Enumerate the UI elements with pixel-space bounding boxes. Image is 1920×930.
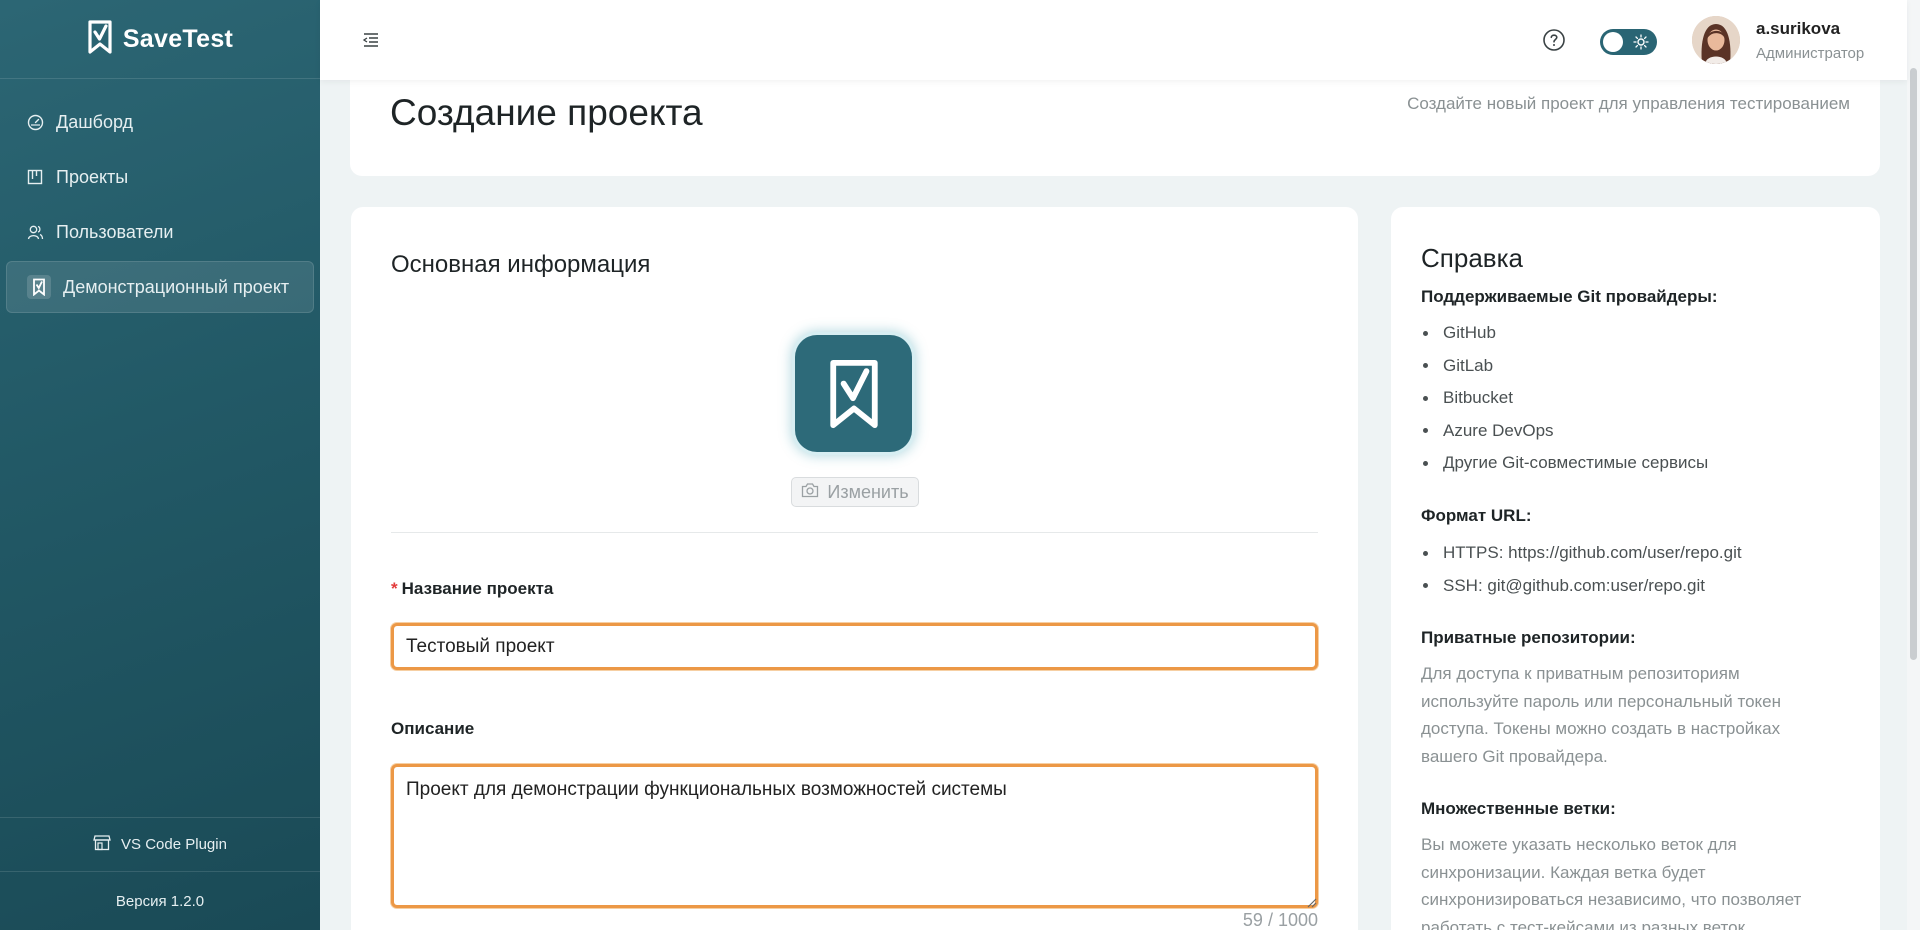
list-item: GitHub [1421,317,1708,350]
dashboard-icon [26,113,44,131]
app-name: SaveTest [122,24,234,53]
help-icon[interactable] [1542,28,1566,52]
project-name-input[interactable]: Тестовый проект [391,623,1318,670]
vscode-plugin-link[interactable]: VS Code Plugin [0,817,320,872]
project-logo [795,335,912,452]
list-item: Bitbucket [1421,382,1708,415]
board-icon [26,168,44,186]
vscode-plugin-label: VS Code Plugin [121,836,227,853]
project-name-label: * Название проекта [391,579,554,598]
theme-toggle[interactable] [1600,29,1657,55]
sidebar-item-demo-project[interactable]: Демонстрационный проект [6,261,314,313]
section-title: Основная информация [391,251,651,278]
providers-list: GitHub GitLab Bitbucket Azure DevOps Дру… [1421,317,1708,480]
change-logo-label: Изменить [827,481,909,502]
help-title: Справка [1421,243,1523,273]
multiple-branches-heading: Множественные ветки: [1421,799,1616,818]
sidebar-footer: VS Code Plugin Версия 1.2.0 [0,817,320,930]
sidebar-item-label: Пользователи [56,221,174,242]
list-item: SSH: git@github.com:user/repo.git [1421,570,1742,603]
user-role: Администратор [1756,45,1865,62]
avatar[interactable] [1692,16,1740,64]
character-counter: 59 / 1000 [1242,910,1318,930]
scrollbar-thumb[interactable] [1910,68,1917,660]
sidebar-item-label: Дашборд [56,111,134,132]
sidebar-item-label: Проекты [56,166,129,187]
camera-icon [801,482,819,503]
description-label: Описание [391,719,475,738]
toggle-knob [1603,32,1623,52]
page-title: Создание проекта [390,92,703,133]
project-logo-icon [829,359,878,428]
top-header: a.surikova Администратор [320,0,1907,80]
collapse-menu-icon[interactable] [362,31,380,49]
users-icon [26,223,44,241]
sidebar: SaveTest Дашборд Проекты Пользователи Де… [0,0,320,930]
url-format-heading: Формат URL: [1421,506,1532,525]
project-form-card: Основная информация Изменить * Название п… [351,207,1358,930]
providers-heading: Поддерживаемые Git провайдеры: [1421,287,1718,306]
description-textarea[interactable]: Проект для демонстрации функциональных в… [391,764,1318,908]
list-item: Azure DevOps [1421,415,1708,448]
sidebar-nav: Дашборд Проекты Пользователи Демонстраци… [0,79,320,313]
app-logo[interactable]: SaveTest [0,0,320,79]
logo-icon [87,19,113,60]
user-name[interactable]: a.surikova [1756,19,1840,39]
divider [391,532,1318,533]
change-logo-button[interactable]: Изменить [791,477,919,507]
sidebar-item-projects[interactable]: Проекты [6,151,314,203]
page-header-card: Создание проекта Создайте новый проект д… [350,70,1880,176]
page-scrollbar[interactable] [1907,0,1920,930]
private-repos-text: Для доступа к приватным репозиториям исп… [1421,664,1781,766]
private-repos-heading: Приватные репозитории: [1421,628,1636,647]
sidebar-item-label: Демонстрационный проект [63,276,290,297]
multiple-branches-text: Вы можете указать несколько веток для си… [1421,835,1802,930]
sidebar-item-dashboard[interactable]: Дашборд [6,96,314,148]
project-logo-icon [27,275,51,299]
list-item: Другие Git-совместимые сервисы [1421,447,1708,480]
help-card: Справка Поддерживаемые Git провайдеры: G… [1391,207,1880,930]
app-version: Версия 1.2.0 [115,892,205,910]
url-format-list: HTTPS: https://github.com/user/repo.git … [1421,537,1742,602]
page-subtitle: Создайте новый проект для управления тес… [1407,94,1850,113]
list-item: GitLab [1421,350,1708,383]
required-mark: * [391,579,398,598]
list-item: HTTPS: https://github.com/user/repo.git [1421,537,1742,570]
sidebar-item-users[interactable]: Пользователи [6,206,314,258]
sun-icon [1633,34,1649,50]
store-icon [93,834,111,855]
